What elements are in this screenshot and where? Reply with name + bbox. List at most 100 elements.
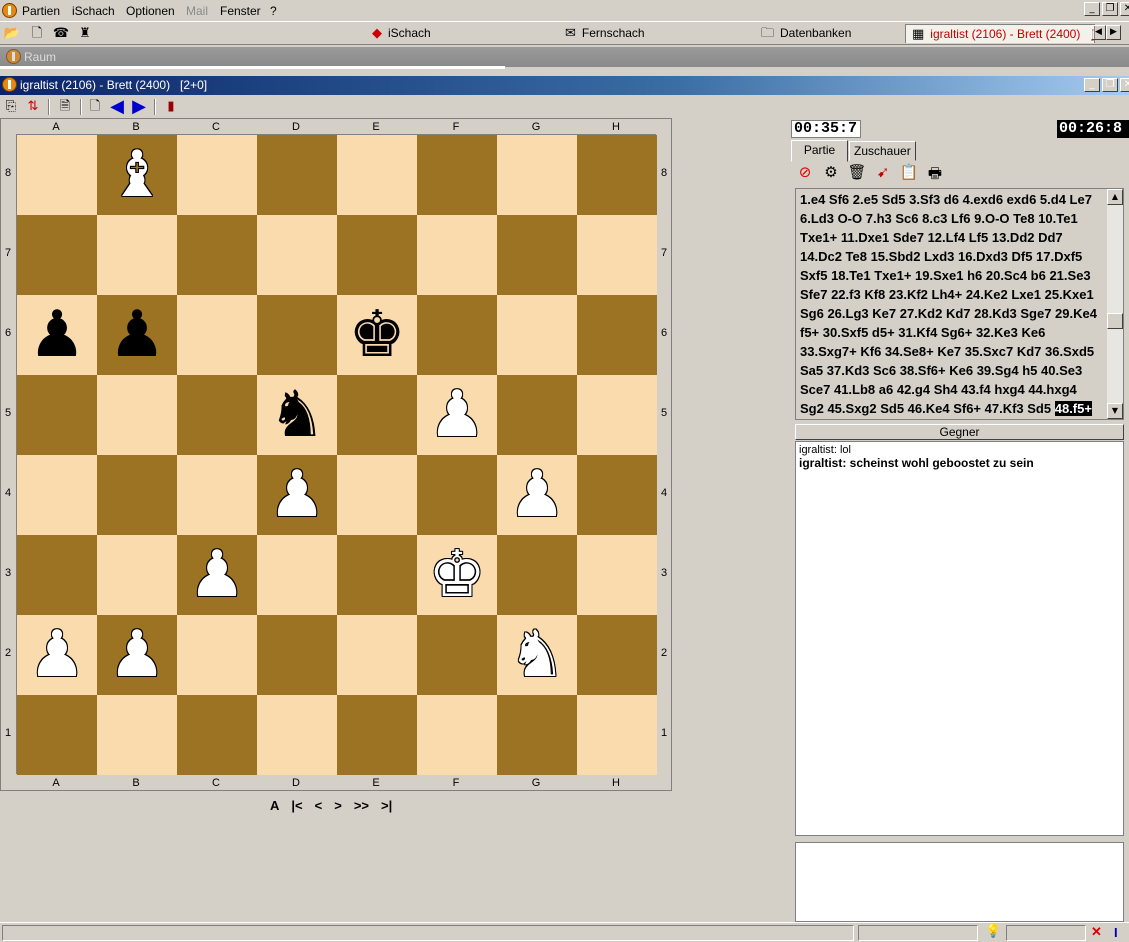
tab-datenbanken[interactable]: 🗀 Datenbanken [761,24,851,43]
square-d6[interactable] [257,295,337,375]
square-f1[interactable] [417,695,497,775]
tab-zuschauer[interactable]: Zuschauer [849,141,916,161]
square-b6[interactable]: ♟ [97,295,177,375]
square-h1[interactable] [577,695,657,775]
square-h4[interactable] [577,455,657,535]
nav-first-button[interactable]: |< [291,798,302,813]
square-b3[interactable] [97,535,177,615]
trash-icon[interactable]: 🗑 [847,163,867,185]
network-icon[interactable]: ♜ [76,25,94,42]
tab-active-game[interactable]: ▦ igraltist (2106) - Brett (2400) [2+ [905,24,1095,43]
square-g4[interactable]: ♟ [497,455,577,535]
paste-icon[interactable]: 📋 [899,163,919,185]
new-game-icon[interactable]: 🗋 [86,98,104,115]
square-c5[interactable] [177,375,257,455]
square-a2[interactable]: ♟ [17,615,97,695]
square-h2[interactable] [577,615,657,695]
square-e8[interactable] [337,135,417,215]
square-f3[interactable]: ♚ [417,535,497,615]
flip-board-icon[interactable]: ⇅ [24,98,42,115]
square-f4[interactable] [417,455,497,535]
square-b8[interactable]: ♝ [97,135,177,215]
white-bishop-piece[interactable]: ♝ [108,143,165,207]
nav-prev-button[interactable]: < [315,798,323,813]
square-a1[interactable] [17,695,97,775]
square-b4[interactable] [97,455,177,535]
square-g2[interactable]: ♞ [497,615,577,695]
white-pawn-piece[interactable]: ♟ [428,383,485,447]
square-a5[interactable] [17,375,97,455]
square-e3[interactable] [337,535,417,615]
square-a3[interactable] [17,535,97,615]
black-knight-piece[interactable]: ♞ [268,383,325,447]
square-c7[interactable] [177,215,257,295]
stop-icon[interactable]: ⊘ [795,163,815,185]
square-g1[interactable] [497,695,577,775]
square-h8[interactable] [577,135,657,215]
square-f2[interactable] [417,615,497,695]
restore-icon[interactable]: ❐ [1102,2,1118,16]
menu-help[interactable]: ? [270,4,277,18]
square-e2[interactable] [337,615,417,695]
menu-optionen[interactable]: Optionen [126,4,175,18]
square-f8[interactable] [417,135,497,215]
new-document-icon[interactable]: 🗋 [28,25,46,42]
white-pawn-piece[interactable]: ♟ [108,623,165,687]
close-icon[interactable]: ✕ [1120,78,1129,92]
nav-fast-forward-button[interactable]: >> [354,798,369,813]
square-e7[interactable] [337,215,417,295]
minimize-icon[interactable]: _ [1084,78,1100,92]
square-c6[interactable] [177,295,257,375]
menu-fenster[interactable]: Fenster [220,4,261,18]
tab-ischach[interactable]: ◆ iSchach [372,24,431,43]
square-b7[interactable] [97,215,177,295]
nav-last-button[interactable]: >| [381,798,392,813]
square-b5[interactable] [97,375,177,455]
restore-icon[interactable]: ❐ [1102,78,1118,92]
square-a8[interactable] [17,135,97,215]
white-pawn-piece[interactable]: ♟ [28,623,85,687]
scroll-thumb[interactable] [1107,313,1123,329]
current-move[interactable]: 48.f5+ [1054,401,1092,416]
move-list-scrollbar[interactable]: ▲ ▼ [1107,189,1123,419]
game-window-titlebar[interactable]: igraltist (2106) - Brett (2400) [2+0] _ … [0,76,1129,95]
square-h7[interactable] [577,215,657,295]
square-e6[interactable]: ♚ [337,295,417,375]
black-pawn-piece[interactable]: ♟ [28,303,85,367]
raum-bar[interactable]: Raum [0,47,1129,69]
square-c1[interactable] [177,695,257,775]
square-f7[interactable] [417,215,497,295]
square-c3[interactable]: ♟ [177,535,257,615]
square-e5[interactable] [337,375,417,455]
square-a6[interactable]: ♟ [17,295,97,375]
print-icon[interactable]: 🖶 [925,163,945,185]
square-h6[interactable] [577,295,657,375]
white-pawn-piece[interactable]: ♟ [268,463,325,527]
square-d8[interactable] [257,135,337,215]
square-e4[interactable] [337,455,417,535]
square-d2[interactable] [257,615,337,695]
phone-icon[interactable]: ☎ [52,25,70,42]
chess-board[interactable]: ♝ ♟ ♟ ♚ ♞ ♟ ♟ ♟ ♟ ♚ ♟ ♟ ♞ [16,134,657,775]
square-c8[interactable] [177,135,257,215]
square-d3[interactable] [257,535,337,615]
square-c2[interactable] [177,615,257,695]
square-f5[interactable]: ♟ [417,375,497,455]
menu-partien[interactable]: Partien [22,4,60,18]
square-e1[interactable] [337,695,417,775]
close-icon[interactable]: ✕ [1120,2,1129,16]
forward-arrow-icon[interactable]: ▶ [130,98,148,116]
square-g5[interactable] [497,375,577,455]
scroll-up-icon[interactable]: ▲ [1107,189,1123,205]
nav-analyze-button[interactable]: A [270,798,279,813]
scroll-down-icon[interactable]: ▼ [1107,403,1123,419]
copy-icon[interactable]: ⎘ [2,98,20,115]
tab-fernschach[interactable]: ✉ Fernschach [565,24,645,43]
pin-icon[interactable]: ➹ [873,163,893,185]
square-c4[interactable] [177,455,257,535]
square-g8[interactable] [497,135,577,215]
square-h3[interactable] [577,535,657,615]
disconnect-icon[interactable]: ✕ [1091,924,1102,940]
open-folder-icon[interactable]: 📂 [3,25,21,42]
exit-icon[interactable]: ▮ [162,98,180,115]
